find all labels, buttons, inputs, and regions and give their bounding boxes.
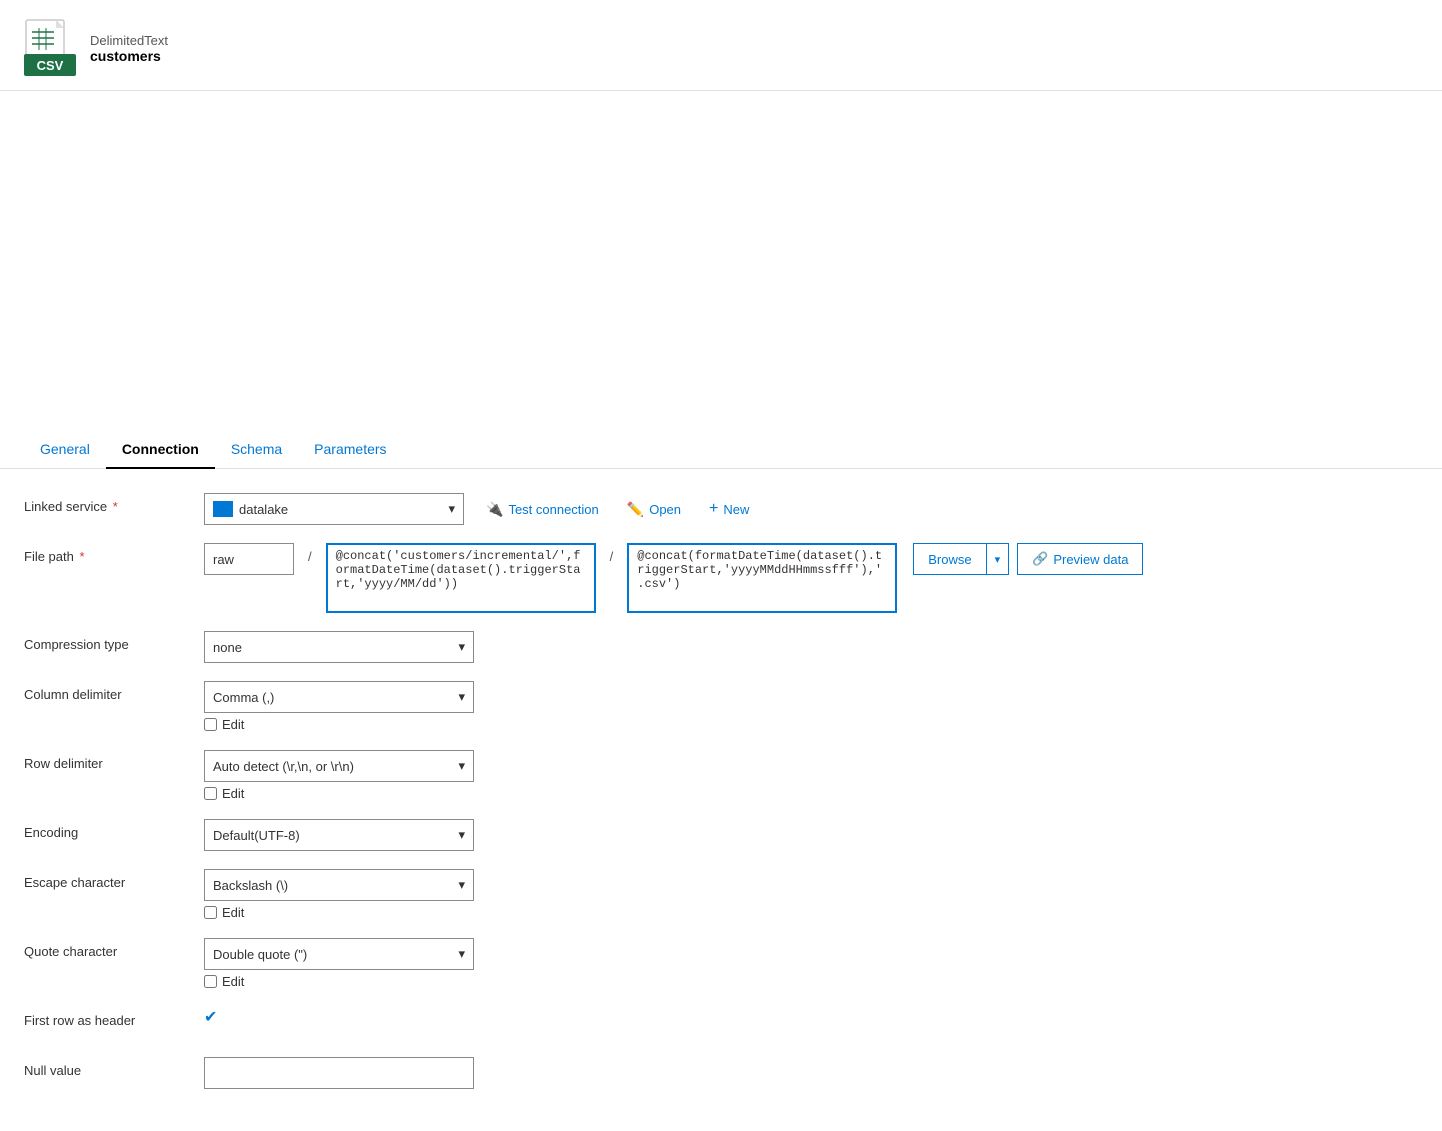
first-row-header-controls: ✔ [204,1007,1418,1027]
header-name: customers [90,48,168,64]
null-value-label: Null value [24,1057,204,1078]
tabs-section: General Connection Schema Parameters [0,431,1442,469]
file-path-expression-input[interactable]: @concat('customers/incremental/',formatD… [326,543,596,613]
test-connection-button[interactable]: 🔌 Test connection [480,497,605,522]
compression-type-label: Compression type [24,631,204,652]
encoding-label: Encoding [24,819,204,840]
linked-service-label: Linked service * [24,493,204,514]
column-delimiter-chevron-icon [458,689,465,705]
first-row-header-checkmark-icon[interactable]: ✔ [204,1007,217,1027]
quote-character-row: Quote character Double quote (") Edit [24,938,1418,989]
compression-type-row: Compression type none [24,631,1418,663]
compression-type-dropdown[interactable]: none [204,631,474,663]
quote-character-edit-checkbox[interactable] [204,975,217,988]
column-delimiter-row: Column delimiter Comma (,) Edit [24,681,1418,732]
quote-character-group: Double quote (") Edit [204,938,474,989]
row-delimiter-controls: Auto detect (\r,\n, or \r\n) Edit [204,750,1418,801]
tab-schema[interactable]: Schema [215,431,298,469]
encoding-dropdown[interactable]: Default(UTF-8) [204,819,474,851]
escape-character-edit-row: Edit [204,905,474,920]
column-delimiter-edit-label[interactable]: Edit [222,717,244,732]
file-path-row: File path * / @concat('customers/increme… [24,543,1418,613]
escape-character-label: Escape character [24,869,204,890]
file-path-label: File path * [24,543,204,564]
quote-character-edit-row: Edit [204,974,474,989]
quote-character-edit-label[interactable]: Edit [222,974,244,989]
preview-data-button[interactable]: 🔗 Preview data [1017,543,1143,575]
browse-chevron-icon [995,554,1001,566]
quote-character-dropdown[interactable]: Double quote (") [204,938,474,970]
linked-service-dropdown[interactable]: datalake [204,493,464,525]
row-delimiter-group: Auto detect (\r,\n, or \r\n) Edit [204,750,474,801]
browse-chevron-button[interactable] [987,543,1010,575]
new-button[interactable]: + New [703,496,755,522]
new-icon: + [709,500,718,518]
file-path-controls: / @concat('customers/incremental/',forma… [204,543,1418,613]
encoding-controls: Default(UTF-8) [204,819,1418,851]
row-delimiter-chevron-icon [458,758,465,774]
escape-character-chevron-icon [458,877,465,893]
compression-chevron-icon [458,639,465,655]
spacer [0,91,1442,251]
tab-parameters[interactable]: Parameters [298,431,402,469]
tab-connection[interactable]: Connection [106,431,215,469]
file-path-expression2-input[interactable]: @concat(formatDateTime(dataset().trigger… [627,543,897,613]
compression-type-controls: none [204,631,1418,663]
quote-character-label: Quote character [24,938,204,959]
encoding-chevron-icon [458,827,465,843]
header-title: DelimitedText customers [90,33,168,64]
path-separator-1: / [302,543,318,570]
svg-text:CSV: CSV [37,58,64,73]
row-delimiter-edit-label[interactable]: Edit [222,786,244,801]
linked-service-chevron-icon [448,501,455,517]
first-row-header-row: First row as header ✔ [24,1007,1418,1039]
csv-icon: CSV [24,18,76,78]
escape-character-edit-label[interactable]: Edit [222,905,244,920]
file-path-segment2: @concat('customers/incremental/',formatD… [326,543,596,613]
column-delimiter-label: Column delimiter [24,681,204,702]
column-delimiter-edit-row: Edit [204,717,474,732]
column-delimiter-controls: Comma (,) Edit [204,681,1418,732]
file-path-segment3: @concat(formatDateTime(dataset().trigger… [627,543,897,613]
escape-character-edit-checkbox[interactable] [204,906,217,919]
file-path-input-simple[interactable] [204,543,294,575]
row-delimiter-edit-row: Edit [204,786,474,801]
null-value-input[interactable] [204,1057,474,1089]
escape-character-group: Backslash (\) Edit [204,869,474,920]
escape-character-controls: Backslash (\) Edit [204,869,1418,920]
row-delimiter-edit-checkbox[interactable] [204,787,217,800]
column-delimiter-edit-checkbox[interactable] [204,718,217,731]
browse-group: Browse 🔗 Preview data [913,543,1143,575]
content-section: Linked service * datalake 🔌 Test connect… [0,469,1442,1131]
page-container: CSV DelimitedText customers General Conn… [0,0,1442,1131]
escape-character-row: Escape character Backslash (\) Edit [24,869,1418,920]
column-delimiter-dropdown[interactable]: Comma (,) [204,681,474,713]
required-mark: * [109,499,118,514]
linked-service-controls: datalake 🔌 Test connection ✏️ Open + New [204,493,1418,525]
quote-character-controls: Double quote (") Edit [204,938,1418,989]
tab-general[interactable]: General [24,431,106,469]
null-value-row: Null value [24,1057,1418,1089]
column-delimiter-group: Comma (,) Edit [204,681,474,732]
row-delimiter-row: Row delimiter Auto detect (\r,\n, or \r\… [24,750,1418,801]
preview-icon: 🔗 [1032,551,1048,567]
row-delimiter-label: Row delimiter [24,750,204,771]
open-icon: ✏️ [627,501,644,518]
encoding-row: Encoding Default(UTF-8) [24,819,1418,851]
header-section: CSV DelimitedText customers [0,0,1442,91]
quote-character-chevron-icon [458,946,465,962]
file-path-segment1 [204,543,294,575]
escape-character-dropdown[interactable]: Backslash (\) [204,869,474,901]
first-row-header-checkbox-group: ✔ [204,1007,217,1027]
header-type: DelimitedText [90,33,168,48]
open-button[interactable]: ✏️ Open [621,497,687,522]
null-value-controls [204,1057,1418,1089]
browse-button[interactable]: Browse [913,543,986,575]
row-delimiter-dropdown[interactable]: Auto detect (\r,\n, or \r\n) [204,750,474,782]
path-separator-2: / [604,543,620,570]
test-connection-icon: 🔌 [486,501,503,518]
linked-service-row: Linked service * datalake 🔌 Test connect… [24,493,1418,525]
linked-service-icon [213,501,233,517]
